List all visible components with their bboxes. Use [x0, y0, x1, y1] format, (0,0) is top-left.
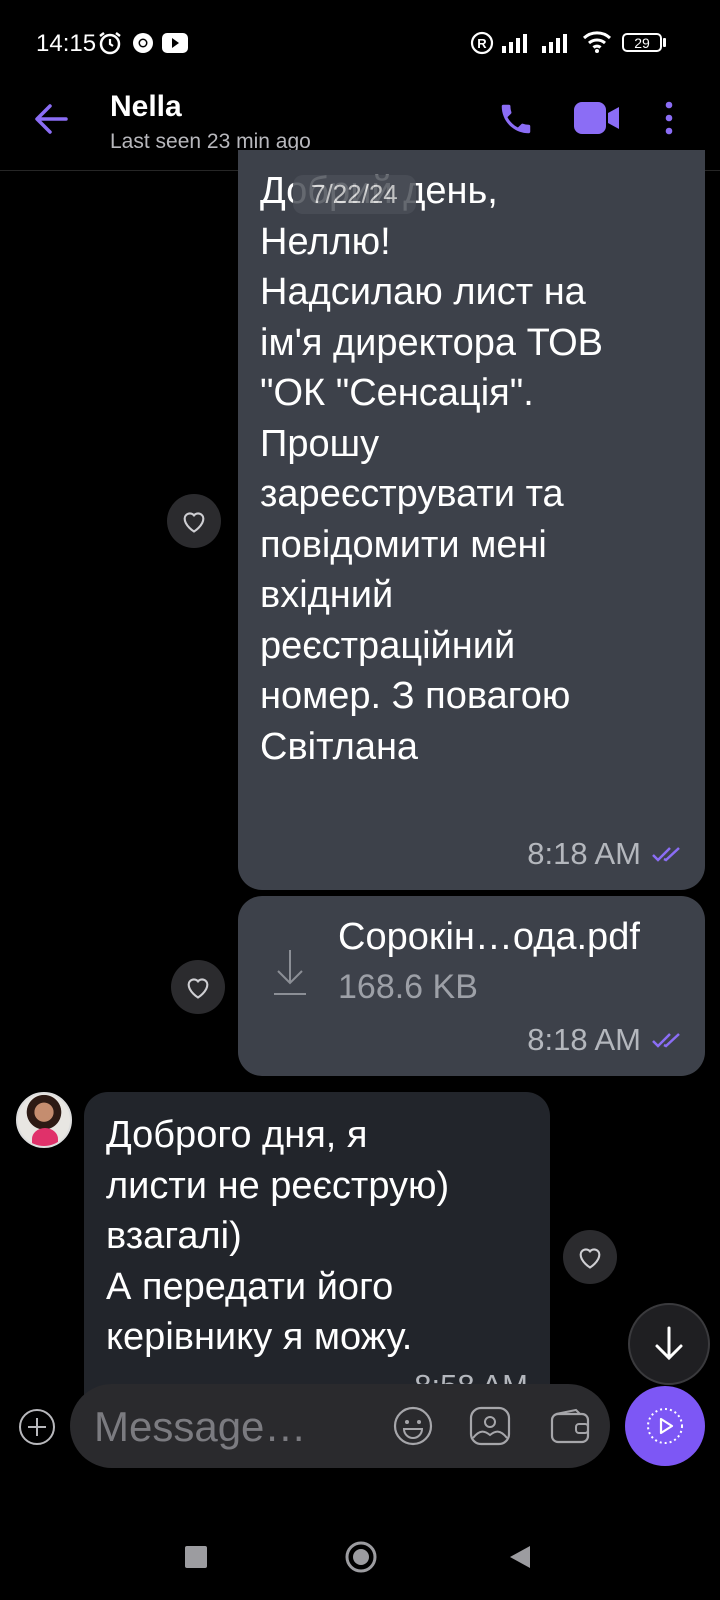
phone-icon[interactable]	[497, 100, 535, 138]
nav-circle-icon[interactable]	[344, 1540, 378, 1574]
alarm-icon	[99, 32, 121, 55]
send-icon	[647, 1408, 683, 1444]
date-chip: 7/22/24	[293, 175, 416, 214]
like-button[interactable]	[167, 494, 221, 548]
message-text: Доброго дня, я листи не реєструю) взагал…	[106, 1114, 450, 1358]
arrow-down-icon	[655, 1326, 683, 1361]
wallet-icon[interactable]	[550, 1408, 590, 1444]
read-check-icon	[652, 847, 680, 862]
contact-name[interactable]: Nella	[110, 90, 182, 124]
message-time: 8:18 AM	[527, 836, 641, 871]
message-meta: 8:18 AM	[527, 836, 683, 872]
battery-tip	[663, 38, 666, 47]
like-button[interactable]	[171, 960, 225, 1014]
battery-level: 29	[634, 34, 650, 51]
status-bar: 14:15 R 29	[0, 0, 720, 88]
youtube-icon	[162, 33, 188, 53]
message-placeholder[interactable]: Message…	[94, 1403, 306, 1451]
avatar[interactable]	[16, 1092, 72, 1148]
file-message-bubble[interactable]: Сорокін…ода.pdf 168.6 KB 8:18 AM	[238, 896, 705, 1076]
nav-square-icon[interactable]	[185, 1546, 207, 1568]
read-check-icon	[652, 1033, 680, 1048]
heart-icon	[183, 512, 205, 533]
send-button[interactable]	[625, 1386, 705, 1466]
wifi-icon	[582, 31, 612, 53]
signal-icon	[502, 34, 527, 53]
scroll-to-bottom-button[interactable]	[628, 1303, 710, 1385]
message-text: Добрий день, Неллю! Надсилаю лист на ім'…	[260, 170, 604, 768]
emoji-icon[interactable]	[392, 1405, 434, 1447]
svg-text:R: R	[477, 36, 487, 51]
add-icon[interactable]	[18, 1408, 56, 1446]
video-icon[interactable]	[573, 100, 621, 136]
message-time: 8:18 AM	[527, 1022, 641, 1057]
heart-icon	[579, 1248, 601, 1269]
message-bubble-incoming[interactable]: Доброго дня, я листи не реєструю) взагал…	[84, 1092, 550, 1403]
file-name: Сорокін…ода.pdf	[338, 916, 640, 958]
heart-icon	[187, 978, 209, 999]
battery-icon: 29	[622, 33, 662, 52]
download-icon[interactable]	[272, 948, 308, 998]
like-button[interactable]	[563, 1230, 617, 1284]
signal-icon	[542, 34, 567, 53]
back-arrow-icon[interactable]	[32, 100, 70, 138]
message-bubble-outgoing[interactable]: Добрий день, Неллю! Надсилаю лист на ім'…	[238, 150, 705, 890]
nav-back-icon[interactable]	[508, 1544, 532, 1570]
gallery-icon[interactable]	[469, 1406, 511, 1446]
status-time: 14:15	[36, 30, 97, 57]
more-icon[interactable]	[662, 100, 676, 136]
message-meta: 8:18 AM	[527, 1022, 683, 1058]
file-size: 168.6 KB	[338, 968, 478, 1006]
chrome-icon	[133, 33, 153, 53]
roaming-icon: R	[470, 31, 494, 55]
